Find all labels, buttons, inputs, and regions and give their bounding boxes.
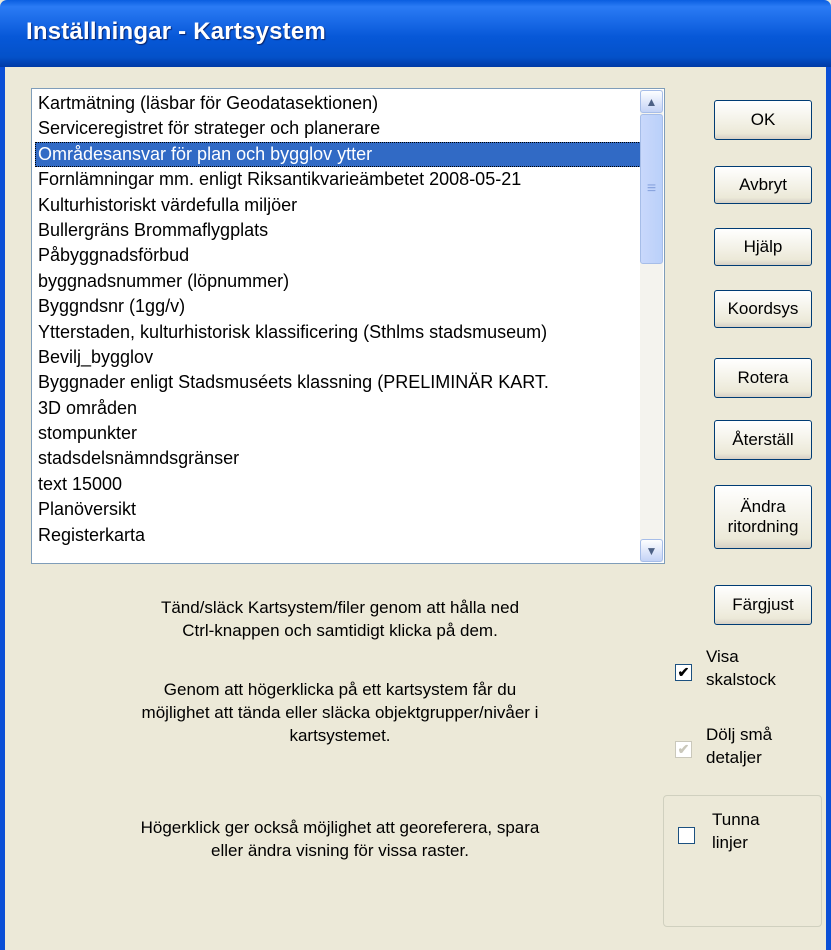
ok-label: OK bbox=[750, 110, 776, 129]
list-item[interactable]: Bevilj_bygglov bbox=[35, 345, 643, 370]
list-item[interactable]: Registerkarta bbox=[35, 523, 643, 548]
info-line: Ctrl-knappen och samtidigt klicka på dem… bbox=[182, 621, 498, 640]
list-item[interactable]: text 15000 bbox=[35, 472, 643, 497]
info-line: kartsystemet. bbox=[289, 726, 391, 745]
grip-icon: ≡ bbox=[646, 180, 657, 197]
scroll-thumb[interactable]: ≡ bbox=[640, 114, 663, 264]
thin-lines-label-line1: Tunna bbox=[712, 810, 760, 829]
scroll-up-button[interactable]: ▲ bbox=[640, 90, 663, 113]
thin-lines-label: Tunna linjer bbox=[712, 808, 760, 854]
show-scale-label: Visa skalstock bbox=[706, 645, 776, 691]
info-line: eller ändra visning för vissa raster. bbox=[211, 841, 469, 860]
rotate-label: Rotera bbox=[737, 368, 789, 387]
change-draw-order-label-2: ritordning bbox=[727, 517, 799, 536]
reset-label: Återställ bbox=[732, 430, 794, 449]
color-adjust-button[interactable]: Färgjust bbox=[714, 585, 812, 625]
info-line: Högerklick ger också möjlighet att geore… bbox=[140, 818, 540, 837]
list-item[interactable]: Fornlämningar mm. enligt Riksantikvarieä… bbox=[35, 167, 643, 192]
show-scale-label-line1: Visa bbox=[706, 647, 739, 666]
help-button[interactable]: Hjälp bbox=[714, 228, 812, 266]
coordsys-label: Koordsys bbox=[727, 299, 799, 318]
window-frame-left bbox=[0, 67, 5, 950]
info-text-toggle: Tänd/släck Kartsystem/filer genom att hå… bbox=[40, 596, 640, 642]
hide-small-details-checkbox: ✔ bbox=[675, 741, 692, 758]
show-scale-checkbox[interactable]: ✔ bbox=[675, 664, 692, 681]
help-label: Hjälp bbox=[743, 237, 783, 256]
list-item[interactable]: Områdesansvar för plan och bygglov ytter bbox=[35, 141, 643, 168]
vertical-scrollbar[interactable]: ▲ ≡ ▼ bbox=[640, 90, 663, 562]
info-line: möjlighet att tända eller släcka objektg… bbox=[141, 703, 539, 722]
list-item[interactable]: Serviceregistret för strateger och plane… bbox=[35, 116, 643, 141]
show-scale-label-line2: skalstock bbox=[706, 670, 776, 689]
check-icon: ✔ bbox=[677, 741, 690, 757]
reset-button[interactable]: Återställ bbox=[714, 420, 812, 460]
window-title: Inställningar - Kartsystem bbox=[26, 18, 326, 45]
list-item[interactable]: byggnadsnummer (löpnummer) bbox=[35, 269, 643, 294]
list-item[interactable]: 3D områden bbox=[35, 396, 643, 421]
chevron-down-icon: ▼ bbox=[645, 543, 658, 558]
title-bar: Inställningar - Kartsystem bbox=[0, 0, 831, 67]
list-item[interactable]: Kulturhistoriskt värdefulla miljöer bbox=[35, 193, 643, 218]
list-item[interactable]: Ytterstaden, kulturhistorisk klassificer… bbox=[35, 320, 643, 345]
coordsys-button[interactable]: Koordsys bbox=[714, 290, 812, 328]
rotate-button[interactable]: Rotera bbox=[714, 358, 812, 398]
list-item[interactable]: Påbyggnadsförbud bbox=[35, 243, 643, 268]
list-item[interactable]: stadsdelsnämndsgränser bbox=[35, 446, 643, 471]
scroll-down-button[interactable]: ▼ bbox=[640, 539, 663, 562]
map-system-listbox[interactable]: Kartmätning (läsbar för Geodatasektionen… bbox=[31, 88, 665, 564]
cancel-label: Avbryt bbox=[739, 175, 787, 194]
hide-details-label-line1: Dölj små bbox=[706, 725, 773, 744]
hide-small-details-label: Dölj små detaljer bbox=[706, 723, 772, 769]
list-item[interactable]: Byggnader enligt Stadsmuséets klassning … bbox=[35, 370, 643, 395]
list-item[interactable]: stompunkter bbox=[35, 421, 643, 446]
cancel-button[interactable]: Avbryt bbox=[714, 166, 812, 204]
list-item[interactable]: Kartmätning (läsbar för Geodatasektionen… bbox=[35, 91, 643, 116]
thin-lines-label-line2: linjer bbox=[712, 833, 748, 852]
map-system-list[interactable]: Kartmätning (läsbar för Geodatasektionen… bbox=[35, 91, 643, 548]
color-adjust-label: Färgjust bbox=[732, 595, 794, 614]
info-line: Genom att högerklicka på ett kartsystem … bbox=[163, 680, 517, 699]
ok-button[interactable]: OK bbox=[714, 100, 812, 140]
list-item[interactable]: Bullergräns Brommaflygplats bbox=[35, 218, 643, 243]
change-draw-order-label-1: Ändra bbox=[740, 497, 786, 516]
check-icon: ✔ bbox=[677, 664, 690, 680]
window-frame-right bbox=[826, 67, 831, 950]
list-item[interactable]: Planöversikt bbox=[35, 497, 643, 522]
info-text-rightclick: Genom att högerklicka på ett kartsystem … bbox=[40, 678, 640, 747]
chevron-up-icon: ▲ bbox=[645, 94, 658, 109]
change-draw-order-button[interactable]: Ändra ritordning bbox=[714, 485, 812, 549]
info-line: Tänd/släck Kartsystem/filer genom att hå… bbox=[160, 598, 520, 617]
info-text-georeference: Högerklick ger också möjlighet att geore… bbox=[40, 816, 640, 862]
list-item[interactable]: Byggndsnr (1gg/v) bbox=[35, 294, 643, 319]
hide-details-label-line2: detaljer bbox=[706, 748, 762, 767]
thin-lines-checkbox[interactable] bbox=[678, 827, 695, 844]
